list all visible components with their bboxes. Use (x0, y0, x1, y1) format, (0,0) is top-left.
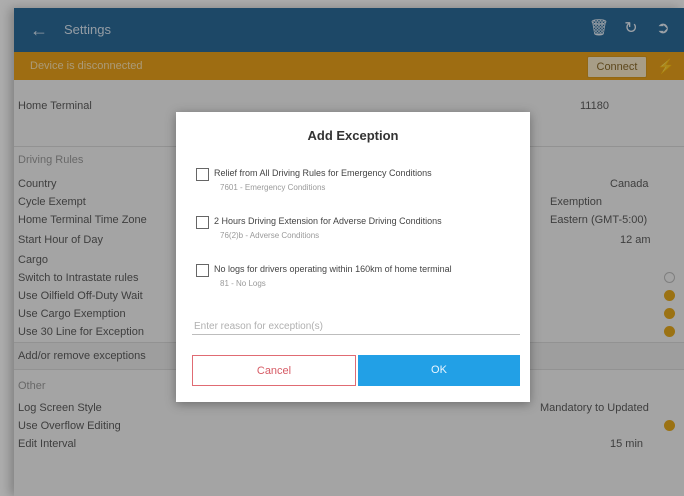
option-sublabel: 7601 - Emergency Conditions (220, 183, 326, 192)
checkbox[interactable] (196, 168, 209, 181)
cancel-button[interactable]: Cancel (192, 355, 356, 386)
ok-button[interactable]: OK (358, 355, 520, 386)
checkbox[interactable] (196, 264, 209, 277)
add-exception-dialog: Add Exception Relief from All Driving Ru… (176, 112, 530, 402)
dialog-title: Add Exception (307, 128, 399, 143)
option-sublabel: 81 - No Logs (220, 279, 266, 288)
checkbox[interactable] (196, 216, 209, 229)
option-label: 2 Hours Driving Extension for Adverse Dr… (214, 216, 442, 226)
reason-input[interactable] (192, 316, 524, 337)
reason-field[interactable] (192, 316, 524, 337)
option-sublabel: 76(2)b - Adverse Conditions (220, 231, 320, 240)
option-label: Relief from All Driving Rules for Emerge… (214, 168, 432, 178)
option-label: No logs for drivers operating within 160… (214, 264, 452, 274)
